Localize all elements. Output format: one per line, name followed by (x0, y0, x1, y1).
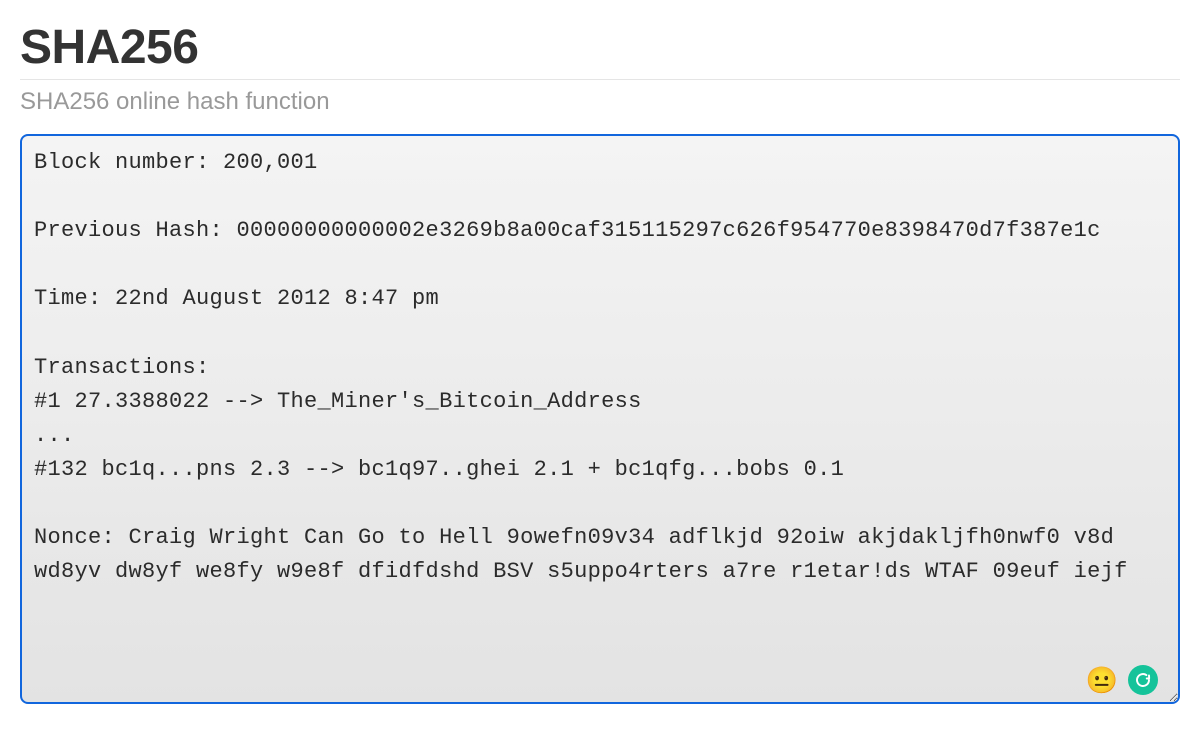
page-subtitle: SHA256 online hash function (20, 88, 1180, 116)
page-title: SHA256 (20, 20, 1180, 80)
corner-icons: 😐 (1086, 665, 1158, 695)
grammarly-icon[interactable] (1128, 665, 1158, 695)
emoji-neutral-icon[interactable]: 😐 (1086, 667, 1118, 693)
hash-input-wrapper: 😐 (20, 134, 1180, 709)
hash-input[interactable] (20, 134, 1180, 704)
